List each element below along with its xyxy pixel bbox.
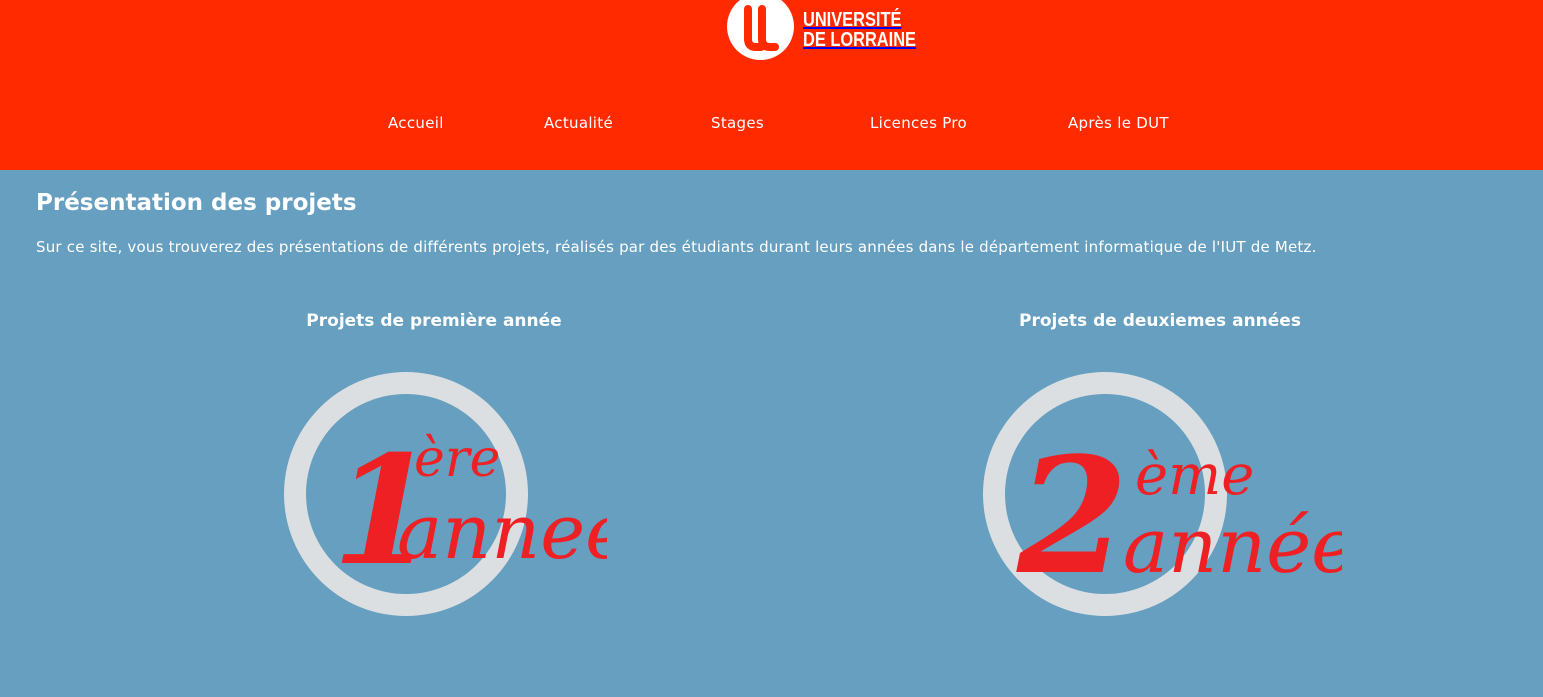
nav-item-licences-pro[interactable]: Licences Pro xyxy=(870,114,967,132)
site-header: UNIVERSITÉ DE LORRAINE Accueil Actualité… xyxy=(0,0,1543,170)
second-year-badge-link[interactable]: 2 ème année xyxy=(977,372,1342,622)
main-navigation: Accueil Actualité Stages Licences Pro Ap… xyxy=(0,114,1543,136)
first-year-badge-link[interactable]: 1 ère annee xyxy=(262,368,607,623)
logo-line-1: UNIVERSITÉ xyxy=(803,9,902,31)
universite-de-lorraine-logo-icon xyxy=(727,0,794,60)
nav-item-apres-le-dut[interactable]: Après le DUT xyxy=(1068,114,1169,132)
first-year-word: annee xyxy=(397,487,607,576)
second-year-projects-title: Projets de deuxiemes années xyxy=(1019,311,1301,331)
university-logo[interactable]: UNIVERSITÉ DE LORRAINE xyxy=(727,0,941,60)
first-year-projects-title: Projets de première année xyxy=(306,311,562,331)
nav-item-actualite[interactable]: Actualité xyxy=(544,114,613,132)
nav-item-accueil[interactable]: Accueil xyxy=(388,114,444,132)
second-year-word: année xyxy=(1123,501,1342,590)
page-title: Présentation des projets xyxy=(36,190,357,216)
logo-wordmark: UNIVERSITÉ DE LORRAINE xyxy=(803,10,916,50)
first-year-superscript: ère xyxy=(414,429,500,489)
nav-item-stages[interactable]: Stages xyxy=(711,114,764,132)
second-year-number: 2 xyxy=(1016,422,1128,610)
second-year-superscript: ème xyxy=(1135,443,1254,508)
logo-line-2: DE LORRAINE xyxy=(803,29,916,51)
second-year-badge-image: 2 ème année xyxy=(983,372,1342,616)
intro-text: Sur ce site, vous trouverez des présenta… xyxy=(36,238,1317,256)
first-year-badge-image: 1 ère annee xyxy=(284,372,607,616)
